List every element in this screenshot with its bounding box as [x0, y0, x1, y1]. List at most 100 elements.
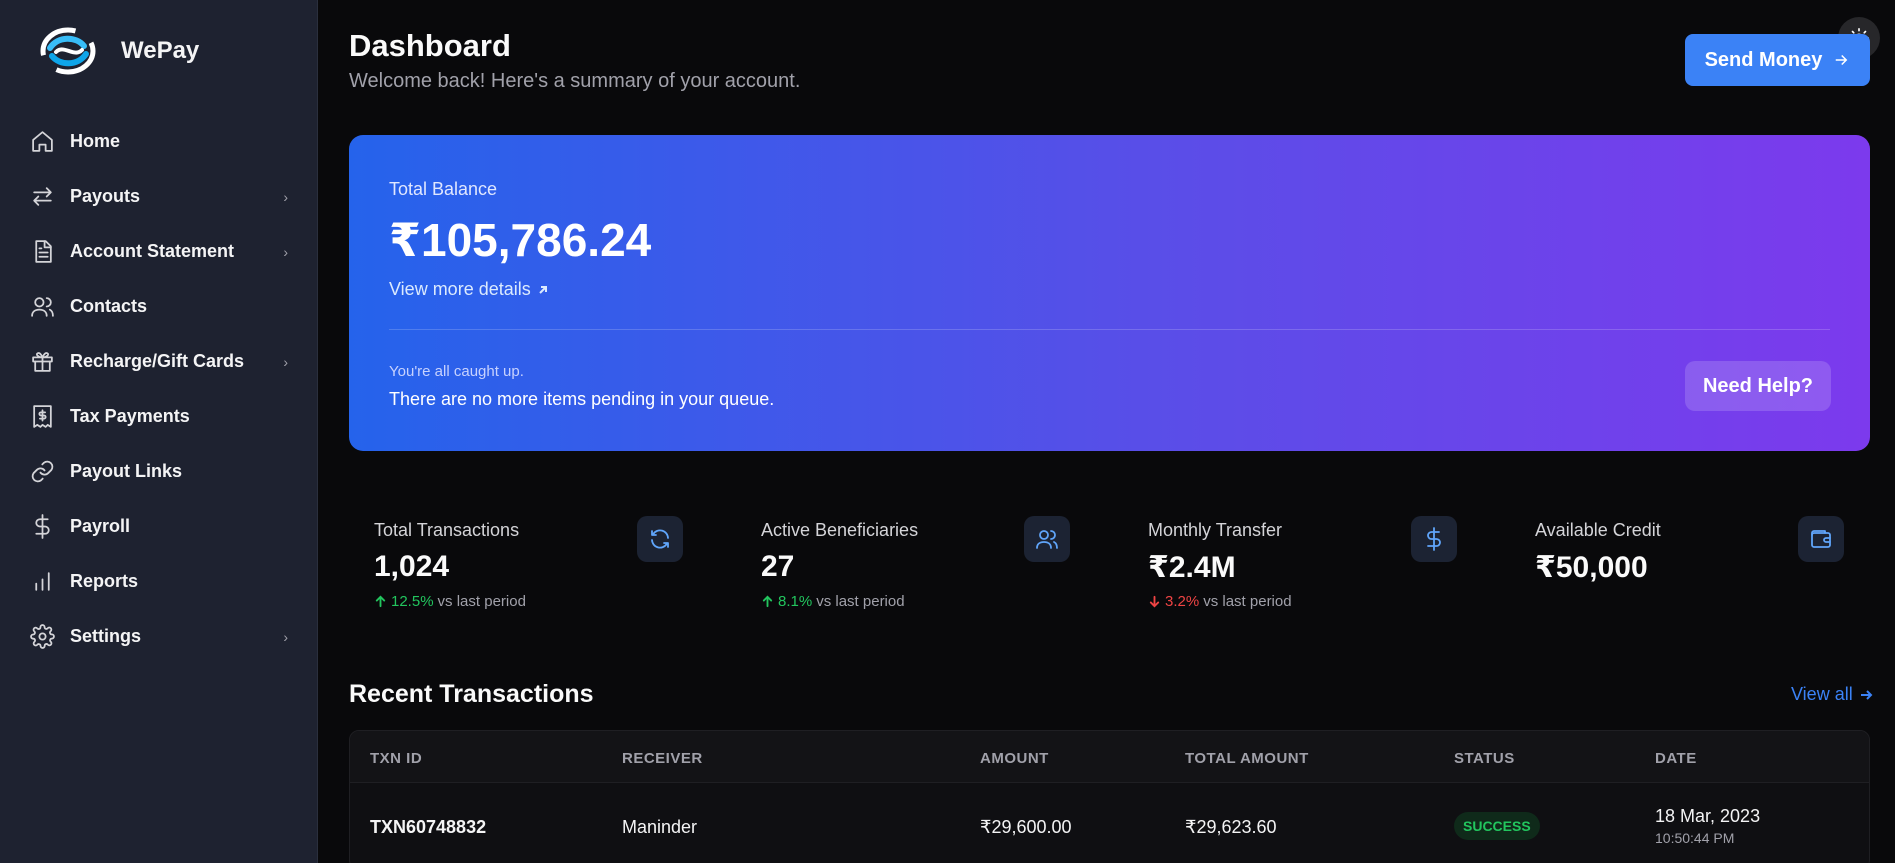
- sidebar-item-home[interactable]: Home: [0, 114, 318, 169]
- receipt-icon: [29, 404, 55, 430]
- home-icon: [29, 129, 55, 155]
- need-help-button[interactable]: Need Help?: [1685, 361, 1831, 411]
- stat-label: Monthly Transfer: [1148, 520, 1283, 540]
- sidebar-item-label: Reports: [70, 571, 139, 591]
- stat-change: 8.1% vs last period: [761, 593, 905, 610]
- document-icon: [29, 239, 55, 265]
- column-header-amount[interactable]: AMOUNT: [980, 750, 1049, 767]
- stat-value: ₹2.4M: [1148, 551, 1236, 584]
- sidebar: WePay Home Payouts › Account Statement ›…: [0, 0, 318, 863]
- gift-icon: [29, 349, 55, 375]
- stat-value: 1,024: [374, 550, 450, 583]
- column-header-total-amount[interactable]: TOTAL AMOUNT: [1185, 750, 1309, 767]
- amount-cell: ₹29,600.00: [980, 817, 1072, 837]
- stat-value: ₹50,000: [1535, 551, 1648, 584]
- stat-card-monthly-transfer: Monthly Transfer ₹2.4M 3.2% vs last peri…: [1123, 496, 1483, 636]
- page-subtitle: Welcome back! Here's a summary of your a…: [349, 70, 801, 92]
- sidebar-item-recharge-gift-cards[interactable]: Recharge/Gift Cards ›: [0, 334, 318, 389]
- balance-label: Total Balance: [389, 179, 498, 199]
- caught-up-text: You're all caught up.: [389, 363, 524, 380]
- sidebar-item-tax-payments[interactable]: Tax Payments: [0, 389, 318, 444]
- wallet-icon: [1798, 516, 1844, 562]
- users-icon: [29, 294, 55, 320]
- total-amount-cell: ₹29,623.60: [1185, 817, 1277, 837]
- chevron-right-icon: ›: [283, 628, 288, 645]
- link-icon: [29, 459, 55, 485]
- sidebar-item-payouts[interactable]: Payouts ›: [0, 169, 318, 224]
- sidebar-item-label: Payouts: [70, 186, 141, 206]
- balance-amount: ₹105,786.24: [389, 214, 652, 266]
- sidebar-item-payroll[interactable]: Payroll: [0, 499, 318, 554]
- arrow-right-icon: [1836, 54, 1848, 66]
- queue-status-text: There are no more items pending in your …: [389, 389, 775, 409]
- view-more-details-link[interactable]: View more details: [389, 279, 549, 300]
- column-header-receiver[interactable]: RECEIVER: [622, 750, 703, 767]
- sidebar-item-contacts[interactable]: Contacts: [0, 279, 318, 334]
- column-header-date[interactable]: DATE: [1655, 750, 1697, 767]
- view-more-details-label: View more details: [389, 279, 531, 299]
- send-money-label: Send Money: [1704, 48, 1823, 71]
- users-icon: [1024, 516, 1070, 562]
- stat-change-value: 8.1%: [778, 593, 813, 610]
- recent-transactions-title: Recent Transactions: [349, 680, 594, 708]
- chevron-right-icon: ›: [283, 243, 288, 260]
- stat-value: 27: [761, 550, 795, 583]
- time-cell: 10:50:44 PM: [1655, 830, 1735, 846]
- sidebar-item-label: Settings: [70, 626, 142, 646]
- stat-change: 12.5% vs last period: [374, 593, 526, 610]
- arrow-up-right-icon: [539, 285, 547, 294]
- sidebar-item-label: Payroll: [70, 516, 131, 536]
- date-cell: 18 Mar, 2023: [1655, 806, 1761, 826]
- chevron-right-icon: ›: [283, 353, 288, 370]
- chevron-right-icon: ›: [283, 188, 288, 205]
- brand[interactable]: WePay: [40, 26, 199, 76]
- receiver-cell: Maninder: [622, 817, 698, 837]
- sidebar-item-label: Home: [70, 131, 121, 151]
- status-badge: SUCCESS: [1454, 812, 1540, 840]
- sidebar-item-label: Tax Payments: [70, 406, 190, 426]
- transactions-table: TXN ID RECEIVER AMOUNT TOTAL AMOUNT STAT…: [349, 730, 1870, 863]
- sidebar-item-settings[interactable]: Settings ›: [0, 609, 318, 664]
- stat-change-value: 3.2%: [1165, 593, 1200, 610]
- brand-name: WePay: [121, 37, 200, 64]
- stat-change: 3.2% vs last period: [1148, 593, 1292, 610]
- stat-change-suffix: vs last period: [437, 593, 526, 610]
- sidebar-item-label: Account Statement: [70, 241, 235, 261]
- bar-chart-icon: [29, 569, 55, 595]
- column-header-txn-id[interactable]: TXN ID: [370, 750, 422, 767]
- gear-icon: [29, 624, 55, 650]
- sidebar-item-account-statement[interactable]: Account Statement ›: [0, 224, 318, 279]
- page-title: Dashboard: [349, 28, 511, 63]
- arrow-up-icon: [762, 595, 773, 608]
- sidebar-item-payout-links[interactable]: Payout Links: [0, 444, 318, 499]
- stat-change-suffix: vs last period: [1203, 593, 1292, 610]
- stat-change-value: 12.5%: [391, 593, 434, 610]
- stat-card-available-credit: Available Credit ₹50,000: [1510, 496, 1870, 636]
- wepay-logo-icon: [40, 27, 96, 75]
- sidebar-item-reports[interactable]: Reports: [0, 554, 318, 609]
- arrow-down-icon: [1149, 595, 1160, 608]
- dollar-icon: [1411, 516, 1457, 562]
- sidebar-nav: Home Payouts › Account Statement › Conta…: [0, 114, 318, 664]
- stat-label: Available Credit: [1535, 520, 1661, 540]
- stats-row: Total Transactions 1,024 12.5% vs last p…: [349, 496, 1870, 636]
- dollar-icon: [29, 514, 55, 540]
- stat-card-active-beneficiaries: Active Beneficiaries 27 8.1% vs last per…: [736, 496, 1096, 636]
- send-money-button[interactable]: Send Money: [1685, 34, 1870, 86]
- stat-card-total-transactions: Total Transactions 1,024 12.5% vs last p…: [349, 496, 709, 636]
- stat-change-suffix: vs last period: [816, 593, 905, 610]
- balance-card: Total Balance ₹105,786.24 View more deta…: [349, 135, 1870, 451]
- arrows-icon: [29, 184, 55, 210]
- view-all-label: View all: [1791, 684, 1853, 704]
- stat-label: Active Beneficiaries: [761, 520, 919, 540]
- table-row[interactable]: TXN60748832 Maninder ₹29,600.00 ₹29,623.…: [350, 783, 1869, 863]
- arrow-up-icon: [375, 595, 386, 608]
- stat-label: Total Transactions: [374, 520, 520, 540]
- column-header-status[interactable]: STATUS: [1454, 750, 1515, 767]
- sidebar-item-label: Contacts: [70, 296, 148, 316]
- balance-divider: [389, 329, 1830, 330]
- sidebar-item-label: Payout Links: [70, 461, 183, 481]
- view-all-link[interactable]: View all: [1791, 684, 1873, 705]
- arrow-right-icon: [1860, 689, 1873, 700]
- txn-id-cell: TXN60748832: [370, 817, 487, 837]
